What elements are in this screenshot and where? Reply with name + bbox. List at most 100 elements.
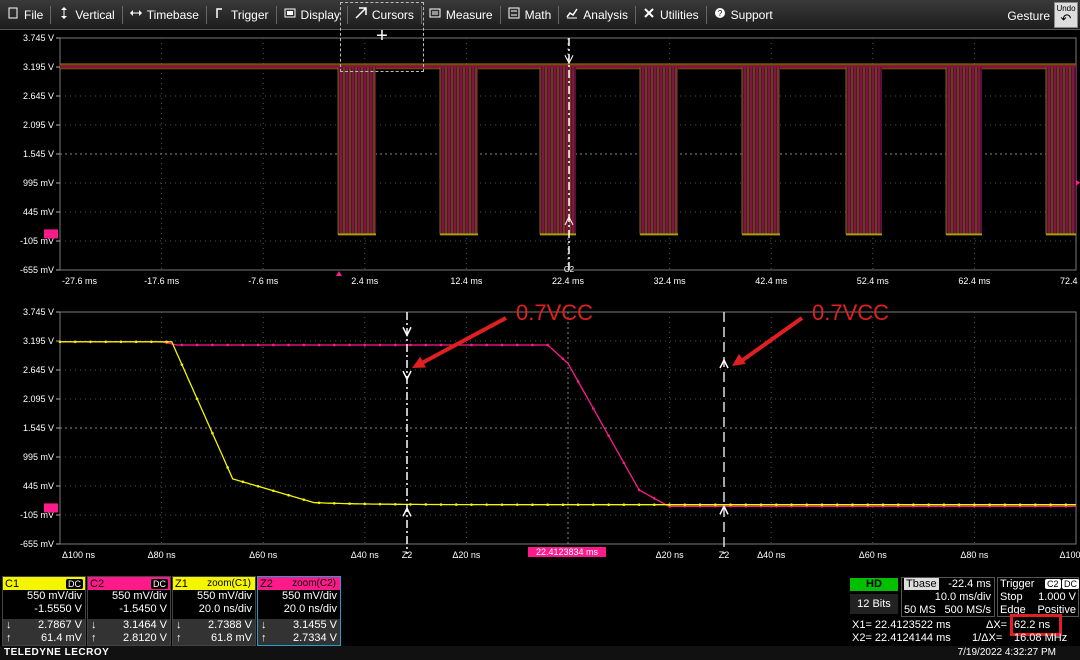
- acquisition-info: HD 12 Bits Tbase -22.4 ms 10.0 ms/div 50…: [848, 576, 1080, 646]
- bottom-xlabel: Δ100 ns: [1059, 550, 1080, 560]
- top-xlabel: -7.6 ms: [248, 276, 279, 286]
- z1-sample: [165, 340, 168, 344]
- z2-sample: [226, 343, 229, 347]
- cursor-up-icon: ↑: [261, 632, 267, 644]
- math-icon: [508, 7, 525, 22]
- bottom-ylabel: 3.195 V: [23, 336, 54, 346]
- z2-sample: [470, 343, 473, 347]
- channel-scale: 550 mV/div: [196, 590, 252, 602]
- timebase-box[interactable]: Tbase -22.4 ms 10.0 ms/div 50 MS 500 MS/…: [901, 577, 995, 617]
- menu-file[interactable]: File: [0, 0, 50, 30]
- bottom-ylabel: 995 mV: [23, 452, 54, 462]
- menu-support[interactable]: ? Support: [707, 0, 780, 30]
- channel-cursor-1-value: 3.1455 V: [292, 619, 337, 631]
- menu-timebase[interactable]: Timebase: [123, 0, 206, 30]
- channel-scale: 550 mV/div: [111, 590, 167, 602]
- menu-label: Utilities: [659, 7, 699, 22]
- z2-sample: [180, 343, 184, 347]
- menu-utilities[interactable]: Utilities: [636, 0, 706, 30]
- top-xlabel: 32.4 ms: [654, 276, 687, 286]
- z1-sample: [195, 397, 199, 401]
- z1-sample: [957, 503, 961, 507]
- channel-tag: zoom(C2): [292, 577, 336, 589]
- z1-sample: [896, 503, 900, 507]
- channel-box-z2[interactable]: Z2 zoom(C2) 550 mV/div 20.0 ns/div ↓ 3.14…: [257, 576, 341, 646]
- trigger-coupling-tag: DC: [1062, 579, 1079, 589]
- channel-box-c1[interactable]: C1 DC 550 mV/div -1.5550 V ↓ 2.7867 V ↑ 61…: [2, 576, 86, 646]
- z1-sample: [333, 502, 336, 505]
- z2-sample: [531, 343, 534, 347]
- z1-sample: [378, 502, 382, 506]
- z1-sample: [653, 503, 656, 507]
- menu-trigger[interactable]: Trigger: [207, 0, 276, 30]
- tbase-label: Tbase: [904, 578, 939, 590]
- channel-header: Z1 zoom(C1): [173, 577, 255, 590]
- utilities-icon: [643, 7, 660, 22]
- channel-box-c2[interactable]: C2 DC 550 mV/div -1.5450 V ↓ 3.1464 V ↑ 2.…: [87, 576, 171, 646]
- cursor-x1: X1= 22.4123522 ms: [852, 619, 951, 631]
- undo-button[interactable]: Undo ↶: [1054, 2, 1078, 28]
- z1-sample: [805, 503, 809, 507]
- bottom-xlabel: Δ80 ns: [960, 550, 989, 560]
- z2-sample: [653, 497, 656, 500]
- channel-tag: DC: [66, 578, 83, 589]
- z1-sample: [272, 489, 275, 493]
- channel-scale: 550 mV/div: [281, 590, 337, 602]
- channel-offset: 20.0 ns/div: [198, 603, 252, 615]
- z1-sample: [439, 503, 443, 506]
- gesture-label[interactable]: Gesture: [1007, 9, 1050, 23]
- z1-sample: [134, 340, 138, 344]
- z1-sample: [211, 431, 214, 435]
- z1-sample: [622, 503, 626, 507]
- z1-sample: [89, 340, 92, 344]
- menu-vertical[interactable]: Vertical: [51, 0, 121, 30]
- scope-display[interactable]: 3.745 V 3.195 V 2.645 V 2.095 V 1.545 V 995 m…: [0, 30, 1080, 574]
- z2-sample: [622, 461, 626, 465]
- channel-header: Z2 zoom(C2): [258, 577, 340, 590]
- cursor-x2: X2= 22.4124144 ms: [852, 632, 951, 644]
- z1-sample: [515, 503, 519, 506]
- channel-box-z1[interactable]: Z1 zoom(C1) 550 mV/div 20.0 ns/div ↓ 2.73…: [172, 576, 256, 646]
- z2-sample: [561, 357, 565, 361]
- datetime: 7/19/2022 4:32:27 PM: [957, 647, 1056, 658]
- menu-measure[interactable]: Measure: [422, 0, 500, 30]
- channel-cursor-1-value: 3.1464 V: [122, 619, 167, 631]
- channel-cursor-2-value: 2.8120 V: [122, 632, 167, 644]
- z1-sample: [180, 363, 184, 366]
- delta-x-label: ΔX=: [986, 619, 1008, 631]
- z1-sample: [424, 503, 428, 506]
- annotation-label: 0.7VCC: [516, 300, 593, 325]
- menu-label: File: [24, 7, 44, 22]
- z1-sample: [409, 503, 412, 506]
- menu-analysis[interactable]: Analysis: [559, 0, 635, 30]
- z1-sample: [637, 503, 641, 507]
- top-xlabel: -27.6 ms: [62, 276, 98, 286]
- tbase-rate-1: 50 MS: [904, 604, 936, 616]
- trigger-label: Trigger: [1000, 578, 1035, 590]
- menu-display[interactable]: Display: [277, 0, 347, 30]
- cursor-up-icon: ↑: [91, 632, 97, 644]
- bottom-ylabel: 2.645 V: [23, 365, 54, 375]
- z1-sample: [576, 503, 580, 507]
- zoom-cursor-2-label: Z2: [719, 550, 730, 560]
- z1-sample: [774, 503, 778, 507]
- z1-sample: [241, 480, 245, 484]
- z1-sample: [759, 503, 763, 507]
- trigger-box[interactable]: Trigger C2 DC Stop 1.000 V Edge Positive: [997, 577, 1079, 617]
- menu-label: Timebase: [146, 7, 199, 22]
- zoom-cursor-1-label: Z2: [402, 550, 413, 560]
- channel-cursor-2-value: 61.8 mV: [211, 632, 252, 644]
- menu-label: Trigger: [230, 7, 269, 22]
- bottom-xlabel: Δ60 ns: [249, 550, 278, 560]
- channel-tag: zoom(C1): [207, 577, 251, 589]
- measure-icon: [429, 7, 446, 22]
- add-channel-button[interactable]: +: [340, 2, 424, 72]
- inverse-delta-x-value: 16.08 MHz: [1014, 632, 1068, 644]
- z1-sample: [1018, 503, 1022, 507]
- menu-label: Vertical: [75, 7, 115, 22]
- top-xlabel: -17.6 ms: [144, 276, 180, 286]
- bottom-xlabel: Δ20 ns: [452, 550, 481, 560]
- channel-tag: DC: [151, 578, 168, 589]
- channel-cursor-1: ↓ 2.7388 V: [173, 619, 255, 632]
- menu-math[interactable]: Math: [501, 0, 559, 30]
